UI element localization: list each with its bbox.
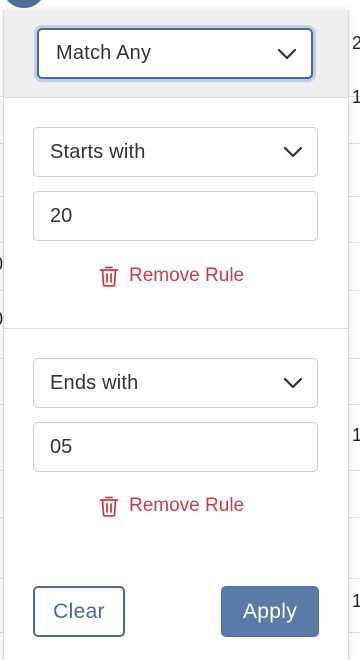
rule-1-remove-label: Remove Rule — [129, 265, 245, 286]
chevron-down-icon — [277, 48, 297, 59]
trash-icon — [99, 496, 119, 517]
rule-1-condition-value: Starts with — [50, 140, 146, 163]
rule-2-value-text: 05 — [50, 435, 73, 458]
filter-header: Match Any — [4, 10, 348, 98]
rule-2-remove-label: Remove Rule — [129, 495, 245, 516]
chevron-down-icon — [283, 146, 303, 158]
match-operator-value: Match Any — [56, 42, 152, 64]
rule-divider — [4, 328, 348, 329]
avatar — [4, 0, 44, 8]
clear-button[interactable]: Clear — [33, 586, 125, 637]
table-cell: 1 — [352, 87, 360, 107]
apply-button[interactable]: Apply — [221, 586, 319, 637]
rule-2-value-input[interactable]: 05 — [33, 422, 318, 472]
table-cell: 2 — [352, 33, 360, 53]
rule-1-remove-button[interactable]: Remove Rule — [99, 265, 244, 287]
rule-1-value-text: 20 — [50, 204, 73, 227]
trash-icon — [99, 266, 119, 287]
rule-2-condition-value: Ends with — [50, 371, 139, 394]
table-cell: 1 — [352, 591, 360, 611]
filter-popover: Match Any Starts with 20 Remove Rule End… — [3, 10, 349, 660]
match-operator-select[interactable]: Match Any — [37, 28, 313, 79]
rule-2-condition-select[interactable]: Ends with — [33, 358, 318, 408]
screen: 2 1 0 0 1 1 Match Any Starts with — [0, 0, 360, 660]
table-cell: 1 — [352, 425, 360, 445]
rule-2-remove-button[interactable]: Remove Rule — [99, 495, 244, 517]
rule-1-condition-select[interactable]: Starts with — [33, 127, 318, 177]
rule-1-value-input[interactable]: 20 — [33, 191, 318, 241]
chevron-down-icon — [283, 377, 303, 389]
